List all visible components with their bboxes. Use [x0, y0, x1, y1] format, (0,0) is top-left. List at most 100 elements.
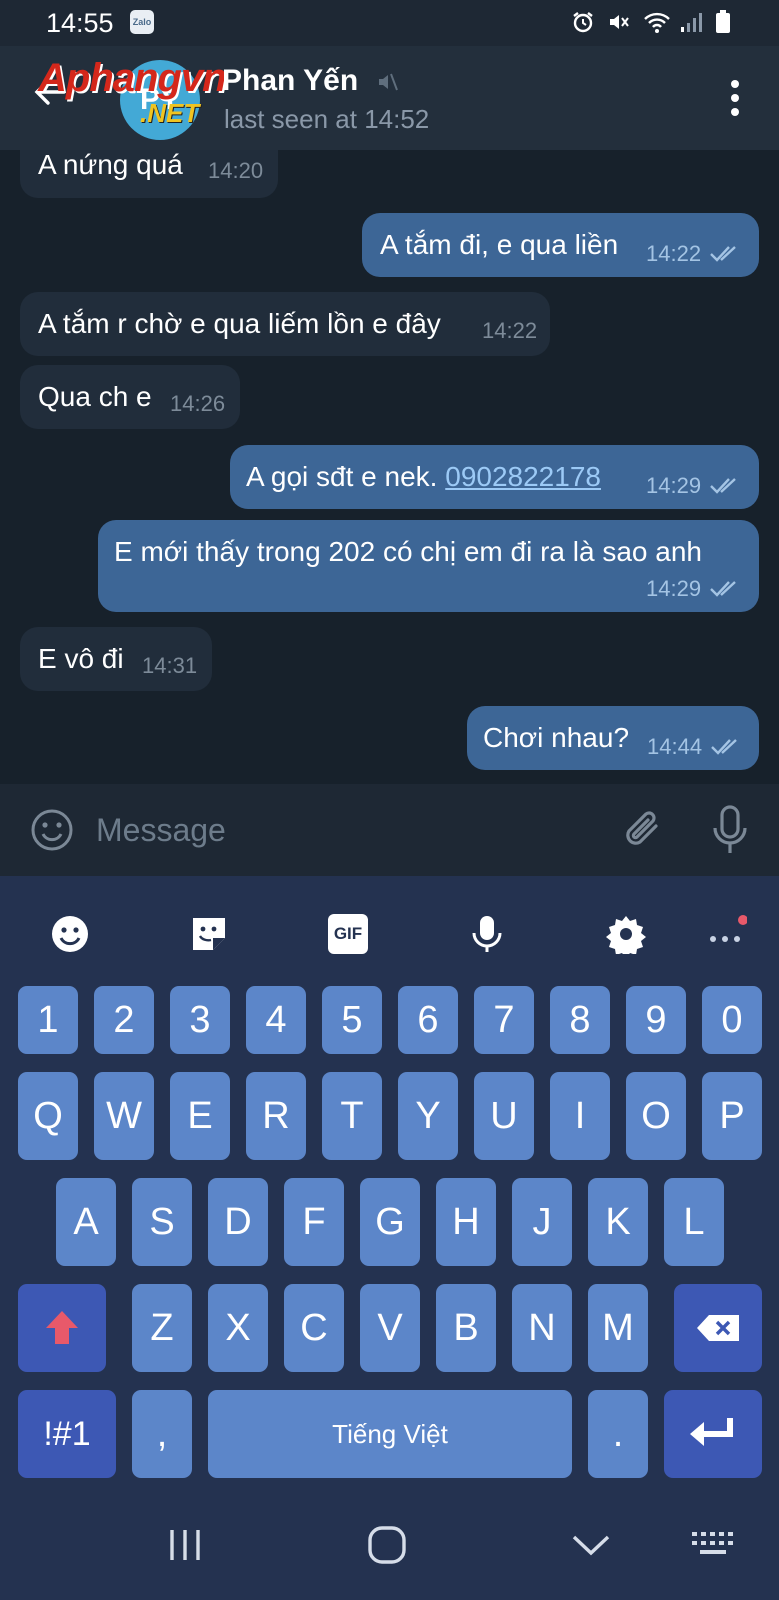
- status-icons: [571, 10, 739, 34]
- message-text: E mới thấy trong 202 có chị em đi ra là …: [114, 536, 702, 567]
- signal-icon: [679, 10, 703, 34]
- key-h[interactable]: H: [436, 1178, 496, 1266]
- key-8[interactable]: 8: [550, 986, 610, 1054]
- key-q[interactable]: Q: [18, 1072, 78, 1160]
- message-time: 14:26: [170, 391, 226, 416]
- vibrate-mute-icon: [607, 10, 631, 34]
- key-m[interactable]: M: [588, 1284, 648, 1372]
- key-u[interactable]: U: [474, 1072, 534, 1160]
- key-s[interactable]: S: [132, 1178, 192, 1266]
- message-text: Chơi nhau?: [483, 722, 630, 753]
- symbols-key[interactable]: !#1: [18, 1390, 116, 1478]
- key-y[interactable]: Y: [398, 1072, 458, 1160]
- emoji-icon[interactable]: [30, 808, 74, 852]
- gif-label: GIF: [333, 924, 363, 943]
- key-v[interactable]: V: [360, 1284, 420, 1372]
- key-t[interactable]: T: [322, 1072, 382, 1160]
- sticker-icon[interactable]: [189, 914, 229, 954]
- message-outgoing[interactable]: Chơi nhau? 14:44: [467, 706, 759, 770]
- key-z[interactable]: Z: [132, 1284, 192, 1372]
- key-g[interactable]: G: [360, 1178, 420, 1266]
- shift-key[interactable]: [18, 1284, 106, 1372]
- message-time: 14:29: [646, 473, 702, 498]
- key-j[interactable]: J: [512, 1178, 572, 1266]
- key-6[interactable]: 6: [398, 986, 458, 1054]
- key-7[interactable]: 7: [474, 986, 534, 1054]
- message-outgoing[interactable]: A gọi sđt e nek. 0902822178 14:29: [230, 445, 759, 509]
- key-d[interactable]: D: [208, 1178, 268, 1266]
- key-k[interactable]: K: [588, 1178, 648, 1266]
- key-4[interactable]: 4: [246, 986, 306, 1054]
- enter-icon: [690, 1418, 733, 1446]
- backspace-key[interactable]: [674, 1284, 762, 1372]
- more-icon[interactable]: [707, 914, 747, 954]
- key-i[interactable]: I: [550, 1072, 610, 1160]
- period-key[interactable]: .: [588, 1390, 648, 1478]
- key-c[interactable]: C: [284, 1284, 344, 1372]
- phone-number-link[interactable]: 0902822178: [445, 461, 601, 492]
- read-receipt-icon: [710, 478, 736, 494]
- message-text: Qua ch e: [38, 381, 152, 412]
- enter-key[interactable]: [664, 1390, 762, 1478]
- message-time: 14:29: [646, 576, 702, 601]
- message-incoming[interactable]: E vô đi 14:31: [20, 627, 212, 691]
- message-text: A nứng quá: [38, 150, 183, 180]
- key-9[interactable]: 9: [626, 986, 686, 1054]
- message-incoming[interactable]: A tắm r chờ e qua liếm lồn e đây 14:22: [20, 292, 550, 356]
- status-time: 14:55: [46, 8, 114, 38]
- comma-key[interactable]: ,: [132, 1390, 192, 1478]
- alarm-icon: [571, 10, 595, 34]
- message-time: 14:20: [208, 158, 264, 183]
- attach-icon[interactable]: [622, 806, 666, 854]
- key-f[interactable]: F: [284, 1178, 344, 1266]
- key-x[interactable]: X: [208, 1284, 268, 1372]
- key-a[interactable]: A: [56, 1178, 116, 1266]
- system-nav-bar: [0, 1484, 779, 1600]
- keyboard-emoji-icon[interactable]: [50, 914, 90, 954]
- shift-arrow-icon: [46, 1311, 78, 1344]
- last-seen-status: last seen at 14:52: [224, 104, 430, 134]
- keyboard: GIF 1 2 3 4 5 6 7 8 9 0 Q W E R T Y U I …: [0, 876, 779, 1484]
- space-bar[interactable]: Tiếng Việt: [208, 1390, 572, 1478]
- home-icon[interactable]: [362, 1520, 412, 1570]
- key-l[interactable]: L: [664, 1178, 724, 1266]
- more-options-icon[interactable]: [729, 78, 741, 118]
- battery-icon: [715, 10, 739, 34]
- message-text-body: A gọi sđt e nek.: [246, 461, 446, 492]
- message-list[interactable]: A nứng quá 14:20 A tắm đi, e qua liền 14…: [0, 150, 779, 784]
- key-0[interactable]: 0: [702, 986, 762, 1054]
- key-e[interactable]: E: [170, 1072, 230, 1160]
- key-3[interactable]: 3: [170, 986, 230, 1054]
- contact-name[interactable]: Phan Yến: [222, 64, 358, 98]
- key-p[interactable]: P: [702, 1072, 762, 1160]
- keyboard-switch-icon[interactable]: [690, 1520, 740, 1570]
- key-2[interactable]: 2: [94, 986, 154, 1054]
- gif-icon[interactable]: GIF: [328, 914, 368, 954]
- key-5[interactable]: 5: [322, 986, 382, 1054]
- hide-keyboard-icon[interactable]: [566, 1520, 616, 1570]
- key-r[interactable]: R: [246, 1072, 306, 1160]
- message-text: E vô đi: [38, 643, 124, 674]
- backspace-icon: [697, 1315, 739, 1341]
- key-1[interactable]: 1: [18, 986, 78, 1054]
- key-w[interactable]: W: [94, 1072, 154, 1160]
- composer-bar: [0, 784, 779, 876]
- message-outgoing[interactable]: E mới thấy trong 202 có chị em đi ra là …: [98, 520, 759, 612]
- key-o[interactable]: O: [626, 1072, 686, 1160]
- voice-input-icon[interactable]: [467, 914, 507, 954]
- read-receipt-icon: [710, 581, 736, 597]
- microphone-icon[interactable]: [710, 804, 750, 856]
- key-n[interactable]: N: [512, 1284, 572, 1372]
- settings-icon[interactable]: [606, 914, 646, 954]
- message-outgoing[interactable]: A tắm đi, e qua liền 14:22: [362, 213, 759, 277]
- message-text: A tắm đi, e qua liền: [380, 229, 619, 260]
- recent-apps-icon[interactable]: [160, 1520, 210, 1570]
- read-receipt-icon: [711, 739, 737, 755]
- message-time: 14:22: [646, 241, 702, 266]
- message-time: 14:22: [482, 318, 538, 343]
- key-b[interactable]: B: [436, 1284, 496, 1372]
- message-time: 14:44: [647, 734, 703, 759]
- message-incoming[interactable]: A nứng quá 14:20: [20, 150, 278, 198]
- message-input[interactable]: [96, 800, 596, 860]
- message-incoming[interactable]: Qua ch e 14:26: [20, 365, 240, 429]
